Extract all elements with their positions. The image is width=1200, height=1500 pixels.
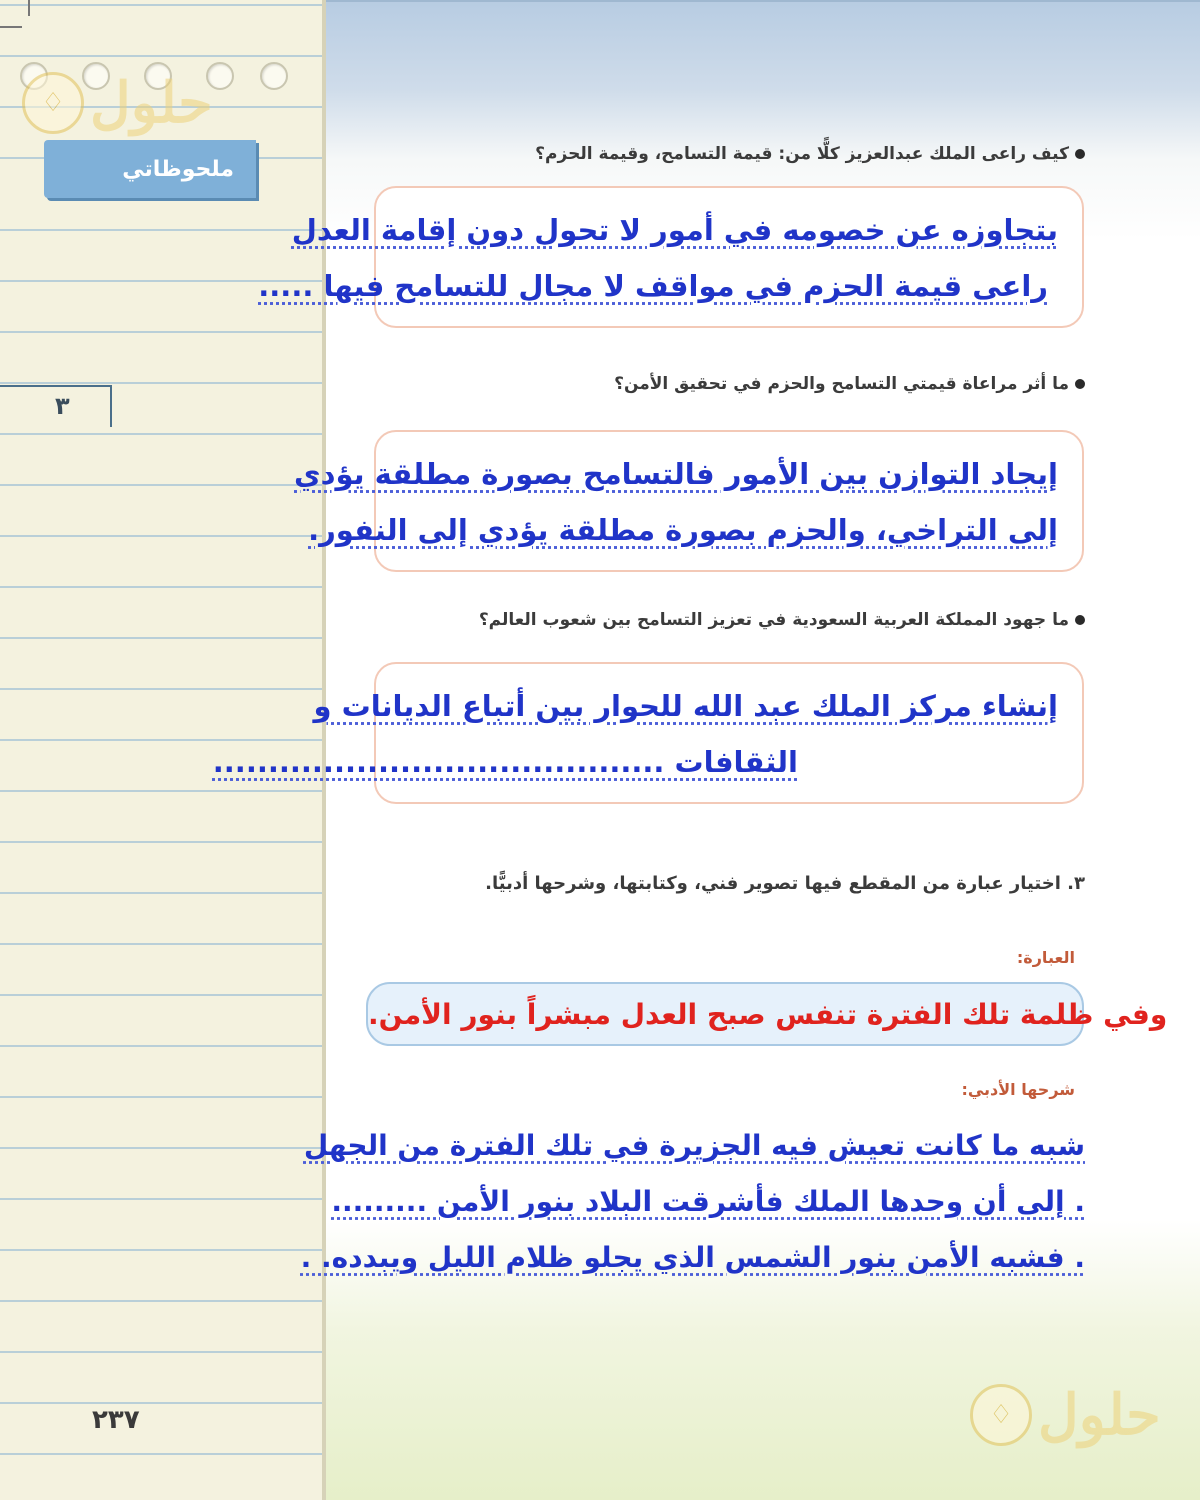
explanation-answer[interactable]: شبه ما كانت تعيش فيه الجزيرة في تلك الفت… (300, 1118, 1085, 1286)
bullet-icon (1075, 149, 1085, 159)
answer-line: راعى قيمة الحزم في مواقف لا مجال للتسامح… (258, 269, 1048, 303)
watermark-logo: ♢ حلول (22, 70, 213, 136)
answer-line: الثقافات ...............................… (212, 745, 798, 779)
answer-box-3[interactable]: إنشاء مركز الملك عبد الله للحوار بين أتب… (212, 662, 1084, 804)
answer-line: إيجاد التوازن بين الأمور فالتسامح بصورة … (294, 457, 1058, 491)
corner-mark-line (0, 26, 22, 28)
question-3: ما جهود المملكة العربية السعودية في تعزي… (479, 610, 1085, 630)
phrase-label: العبارة: (1016, 948, 1075, 967)
question-2: ما أثر مراعاة قيمتي التسامح والحزم في تح… (614, 374, 1085, 394)
bullet-icon (1075, 379, 1085, 389)
section-heading: ٣. اختيار عبارة من المقطع فيها تصوير فني… (485, 873, 1085, 894)
explanation-line: . فشبه الأمن بنور الشمس الذي يجلو ظلام ا… (300, 1241, 1085, 1274)
answer-line: إنشاء مركز الملك عبد الله للحوار بين أتب… (313, 689, 1058, 723)
top-band (326, 0, 1200, 2)
question-text: كيف راعى الملك عبدالعزيز كلًّا من: قيمة … (535, 144, 1069, 164)
question-1: كيف راعى الملك عبدالعزيز كلًّا من: قيمة … (535, 144, 1085, 164)
book-badge-icon: ♢ (970, 1384, 1032, 1446)
question-text: ما أثر مراعاة قيمتي التسامح والحزم في تح… (614, 374, 1069, 394)
explanation-label: شرحها الأدبي: (961, 1080, 1075, 1099)
book-badge-icon: ♢ (22, 72, 84, 134)
explanation-line: شبه ما كانت تعيش فيه الجزيرة في تلك الفت… (303, 1129, 1085, 1162)
page-number: ٢٣٧ (92, 1405, 140, 1435)
phrase-text: وفي ظلمة تلك الفترة تنفس صبح العدل مبشرا… (368, 997, 1168, 1031)
watermark-logo: ♢ حلول (970, 1382, 1161, 1448)
phrase-box[interactable]: وفي ظلمة تلك الفترة تنفس صبح العدل مبشرا… (366, 982, 1167, 1046)
answer-box-1[interactable]: بتجاوزه عن خصومه في أمور لا تحول دون إقا… (258, 186, 1084, 328)
chapter-number: ٣ (55, 392, 70, 420)
answer-box-2[interactable]: إيجاد التوازن بين الأمور فالتسامح بصورة … (294, 430, 1084, 572)
bullet-icon (1075, 615, 1085, 625)
answer-line: إلى التراخي، والحزم بصورة مطلقة يؤدي إلى… (308, 513, 1058, 547)
watermark-brand: حلول (1038, 1382, 1161, 1448)
explanation-line: . إلى أن وحدها الملك فأشرقت البلاد بنور … (331, 1185, 1085, 1218)
corner-mark (28, 0, 30, 16)
answer-line: بتجاوزه عن خصومه في أمور لا تحول دون إقا… (291, 213, 1058, 247)
binder-hole (260, 62, 288, 90)
watermark-brand: حلول (90, 70, 213, 136)
question-text: ما جهود المملكة العربية السعودية في تعزي… (478, 610, 1069, 630)
notes-tab: ملحوظاتي (44, 140, 256, 198)
